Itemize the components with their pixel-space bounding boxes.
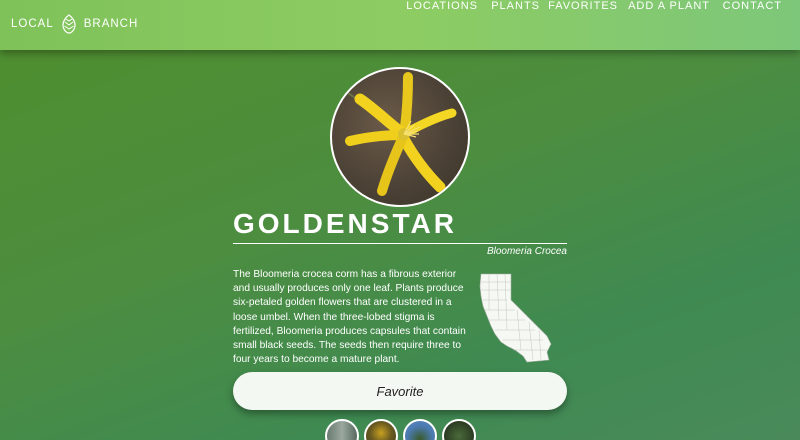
plant-description: The Bloomeria crocea corm has a fibrous … — [233, 269, 466, 366]
gallery-thumbnail-2[interactable] — [364, 419, 398, 440]
top-navbar: LOCAL BRANCH LOCATIONS PLANTS FAVORITES … — [0, 0, 800, 50]
plant-title: GOLDENSTAR — [233, 208, 457, 239]
gallery-thumbnail-1[interactable] — [325, 419, 359, 440]
gallery-thumbnail-4[interactable] — [442, 419, 476, 440]
california-map-icon — [479, 273, 552, 363]
brand-text-left: LOCAL — [11, 18, 54, 30]
scientific-name: Bloomeria Crocea — [486, 246, 567, 257]
nav-link-contact[interactable]: CONTACT — [723, 0, 782, 12]
favorite-button[interactable]: Favorite — [233, 372, 567, 410]
goldenstar-flower-image — [341, 72, 457, 196]
brand-text-right: BRANCH — [83, 18, 139, 30]
plant-photo — [330, 67, 470, 207]
nav-link-add-a-plant[interactable]: ADD A PLANT — [628, 0, 710, 12]
pinecone-icon — [62, 14, 76, 34]
nav-link-locations[interactable]: LOCATIONS — [406, 0, 478, 12]
gallery-thumbnail-3[interactable] — [403, 419, 437, 440]
title-divider — [233, 243, 567, 244]
nav-link-favorites[interactable]: FAVORITES — [548, 0, 618, 12]
brand-logo-link[interactable]: LOCAL BRANCH — [11, 13, 138, 35]
nav-link-plants[interactable]: PLANTS — [491, 0, 540, 12]
